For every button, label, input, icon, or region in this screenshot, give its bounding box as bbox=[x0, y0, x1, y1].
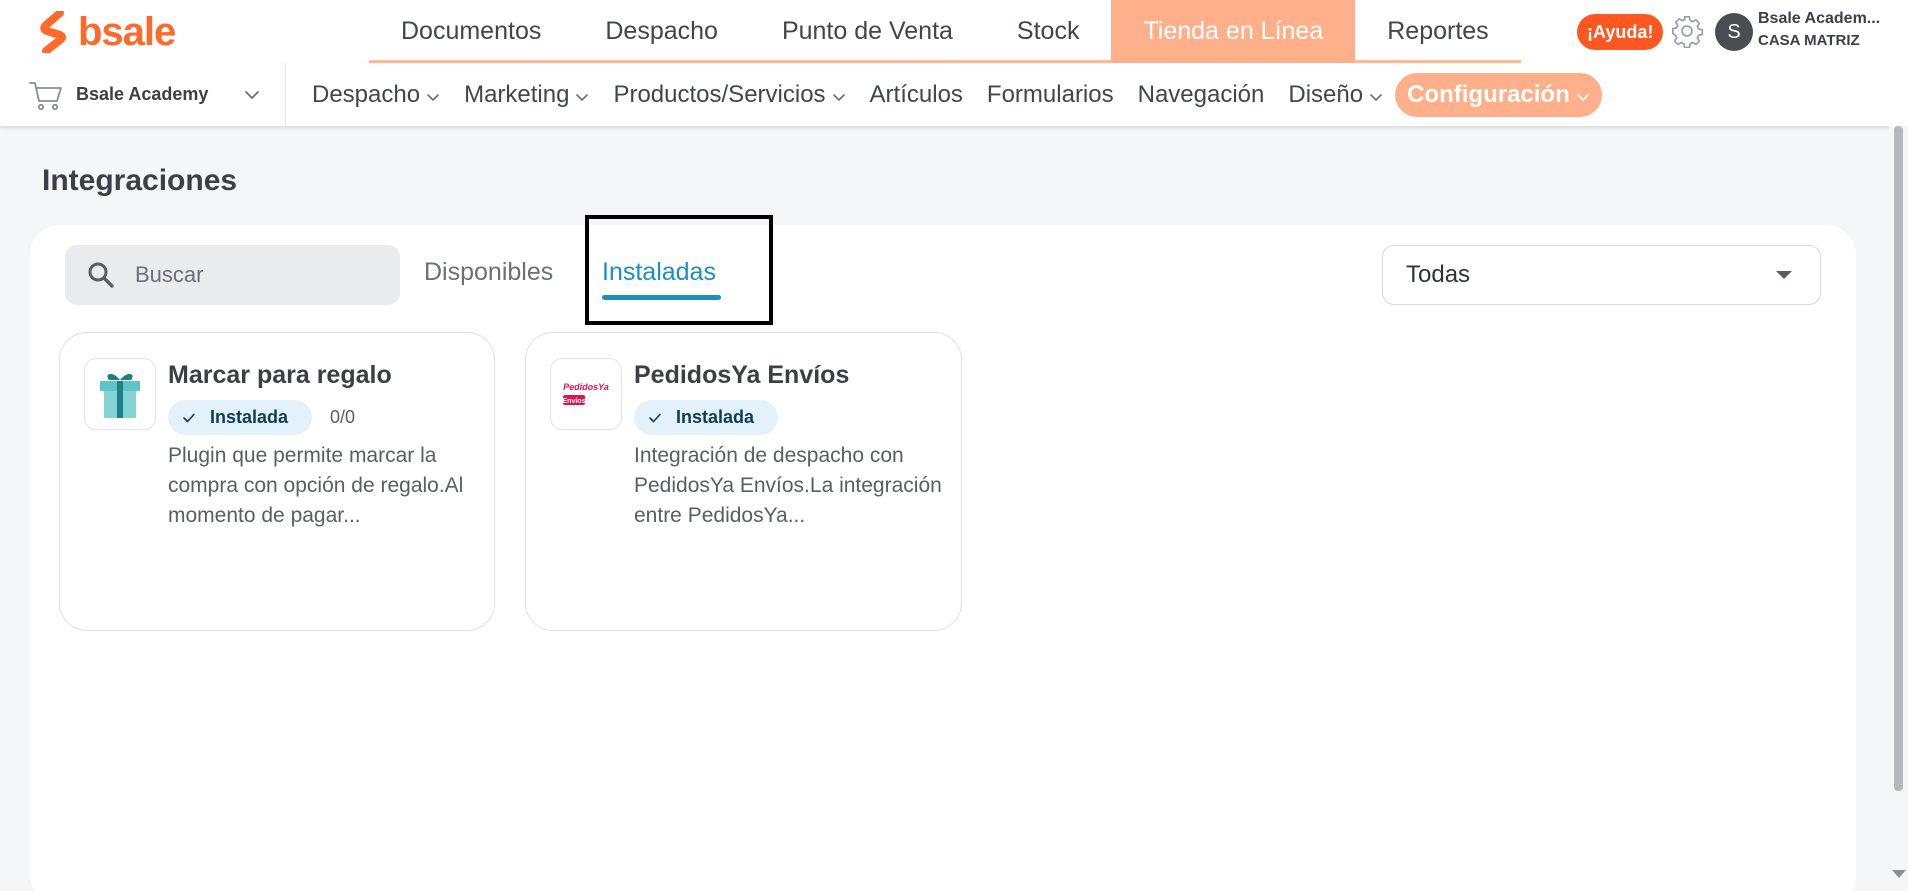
subnav-productos-servicios[interactable]: Productos/Servicios bbox=[601, 73, 857, 117]
user-name: Bsale Academ... bbox=[1758, 10, 1881, 27]
bsale-logo[interactable]: bsale bbox=[38, 10, 176, 54]
chevron-down-icon bbox=[576, 93, 589, 101]
search-box[interactable] bbox=[65, 245, 400, 305]
store-name: Bsale Academy bbox=[76, 84, 209, 104]
logo-text: bsale bbox=[78, 10, 176, 54]
pedidosya-logo-graphic: PedidosYa Envíos bbox=[563, 382, 609, 405]
subnav-despacho-label: Despacho bbox=[312, 80, 421, 108]
pedidosya-logo: PedidosYa Envíos bbox=[550, 358, 622, 430]
subnav-diseno-label: Diseño bbox=[1288, 80, 1364, 108]
subnav-marketing-label: Marketing bbox=[464, 80, 570, 108]
nav-reportes[interactable]: Reportes bbox=[1355, 0, 1520, 63]
subnav-configuracion[interactable]: Configuración bbox=[1395, 72, 1602, 117]
gift-icon-graphic bbox=[100, 373, 140, 418]
subnav-formularios-label: Formularios bbox=[986, 80, 1114, 108]
pedidosya-logo-text-2: Envíos bbox=[563, 398, 586, 405]
chevron-down-icon bbox=[1370, 93, 1382, 101]
sub-bar: Bsale Academy Despacho Marketing Product… bbox=[0, 63, 1908, 126]
subnav-diseno[interactable]: Diseño bbox=[1276, 73, 1395, 117]
top-bar: bsale Documentos Despacho Punto de Venta… bbox=[0, 0, 1908, 63]
avatar[interactable]: S bbox=[1715, 13, 1753, 51]
subnav-articulos-label: Artículos bbox=[869, 80, 963, 108]
subnav-productos-label: Productos/Servicios bbox=[613, 80, 826, 108]
filter-value: Todas bbox=[1406, 261, 1471, 288]
nav-despacho[interactable]: Despacho bbox=[573, 0, 750, 63]
main-nav: Documentos Despacho Punto de Venta Stock… bbox=[369, 0, 1521, 63]
card-title: Marcar para regalo bbox=[168, 361, 392, 389]
category-filter-select[interactable]: Todas bbox=[1382, 245, 1821, 305]
subnav-marketing[interactable]: Marketing bbox=[452, 73, 601, 117]
status-badge-label: Instalada bbox=[676, 407, 755, 427]
pedidosya-logo-text-1: PedidosYa bbox=[563, 382, 609, 392]
card-description: Plugin que permite marcar la compra con … bbox=[168, 444, 464, 527]
subnav-articulos[interactable]: Artículos bbox=[858, 73, 975, 117]
chevron-down-icon bbox=[1576, 93, 1589, 101]
card-description: Integración de despacho con PedidosYa En… bbox=[634, 444, 942, 527]
nav-punto-de-venta[interactable]: Punto de Venta bbox=[750, 0, 985, 63]
scrollbar-thumb[interactable] bbox=[1894, 126, 1903, 791]
user-info[interactable]: Bsale Academ... CASA MATRIZ bbox=[1758, 10, 1903, 49]
cart-icon bbox=[29, 81, 62, 110]
subnav-despacho[interactable]: Despacho bbox=[300, 73, 452, 117]
status-badge: Instalada bbox=[634, 400, 779, 435]
store-selector[interactable]: Bsale Academy bbox=[28, 63, 286, 126]
page-title: Integraciones bbox=[42, 164, 238, 197]
chevron-down-icon bbox=[245, 90, 259, 99]
status-badge-label: Instalada bbox=[210, 407, 289, 427]
caret-down-icon bbox=[1776, 271, 1792, 279]
check-icon bbox=[183, 413, 195, 422]
bsale-logo-mark-icon bbox=[40, 11, 66, 53]
page-scrollbar[interactable] bbox=[1889, 126, 1908, 891]
chevron-down-icon bbox=[427, 93, 439, 101]
integration-card-marcar-para-regalo[interactable]: Marcar para regalo Instalada 0/0 Plugin … bbox=[59, 332, 495, 631]
subnav-navegacion[interactable]: Navegación bbox=[1126, 73, 1277, 117]
nav-tienda-en-linea[interactable]: Tienda en Línea bbox=[1111, 0, 1356, 63]
integration-card-pedidosya-envios[interactable]: PedidosYa Envíos PedidosYa Envíos Instal… bbox=[525, 332, 962, 631]
check-icon bbox=[649, 413, 661, 422]
gift-icon bbox=[84, 358, 156, 430]
subnav-formularios[interactable]: Formularios bbox=[975, 73, 1126, 117]
subnav-configuracion-label: Configuración bbox=[1407, 80, 1570, 108]
nav-documentos[interactable]: Documentos bbox=[369, 0, 573, 63]
store-nav: Despacho Marketing Productos/Servicios A… bbox=[300, 63, 1602, 126]
nav-stock[interactable]: Stock bbox=[985, 0, 1112, 63]
user-branch: CASA MATRIZ bbox=[1758, 32, 1860, 49]
search-input[interactable] bbox=[135, 262, 375, 288]
scroll-down-arrow-icon[interactable] bbox=[1892, 870, 1906, 878]
highlight-box bbox=[585, 215, 773, 325]
usage-counter: 0/0 bbox=[330, 407, 356, 427]
subnav-navegacion-label: Navegación bbox=[1137, 80, 1265, 108]
status-badge: Instalada bbox=[168, 400, 313, 435]
tab-disponibles[interactable]: Disponibles bbox=[424, 258, 553, 287]
chevron-down-icon bbox=[832, 93, 845, 101]
gear-icon[interactable] bbox=[1670, 14, 1704, 48]
card-title: PedidosYa Envíos bbox=[634, 361, 850, 389]
help-button[interactable]: ¡Ayuda! bbox=[1577, 14, 1664, 50]
search-icon bbox=[88, 262, 114, 288]
